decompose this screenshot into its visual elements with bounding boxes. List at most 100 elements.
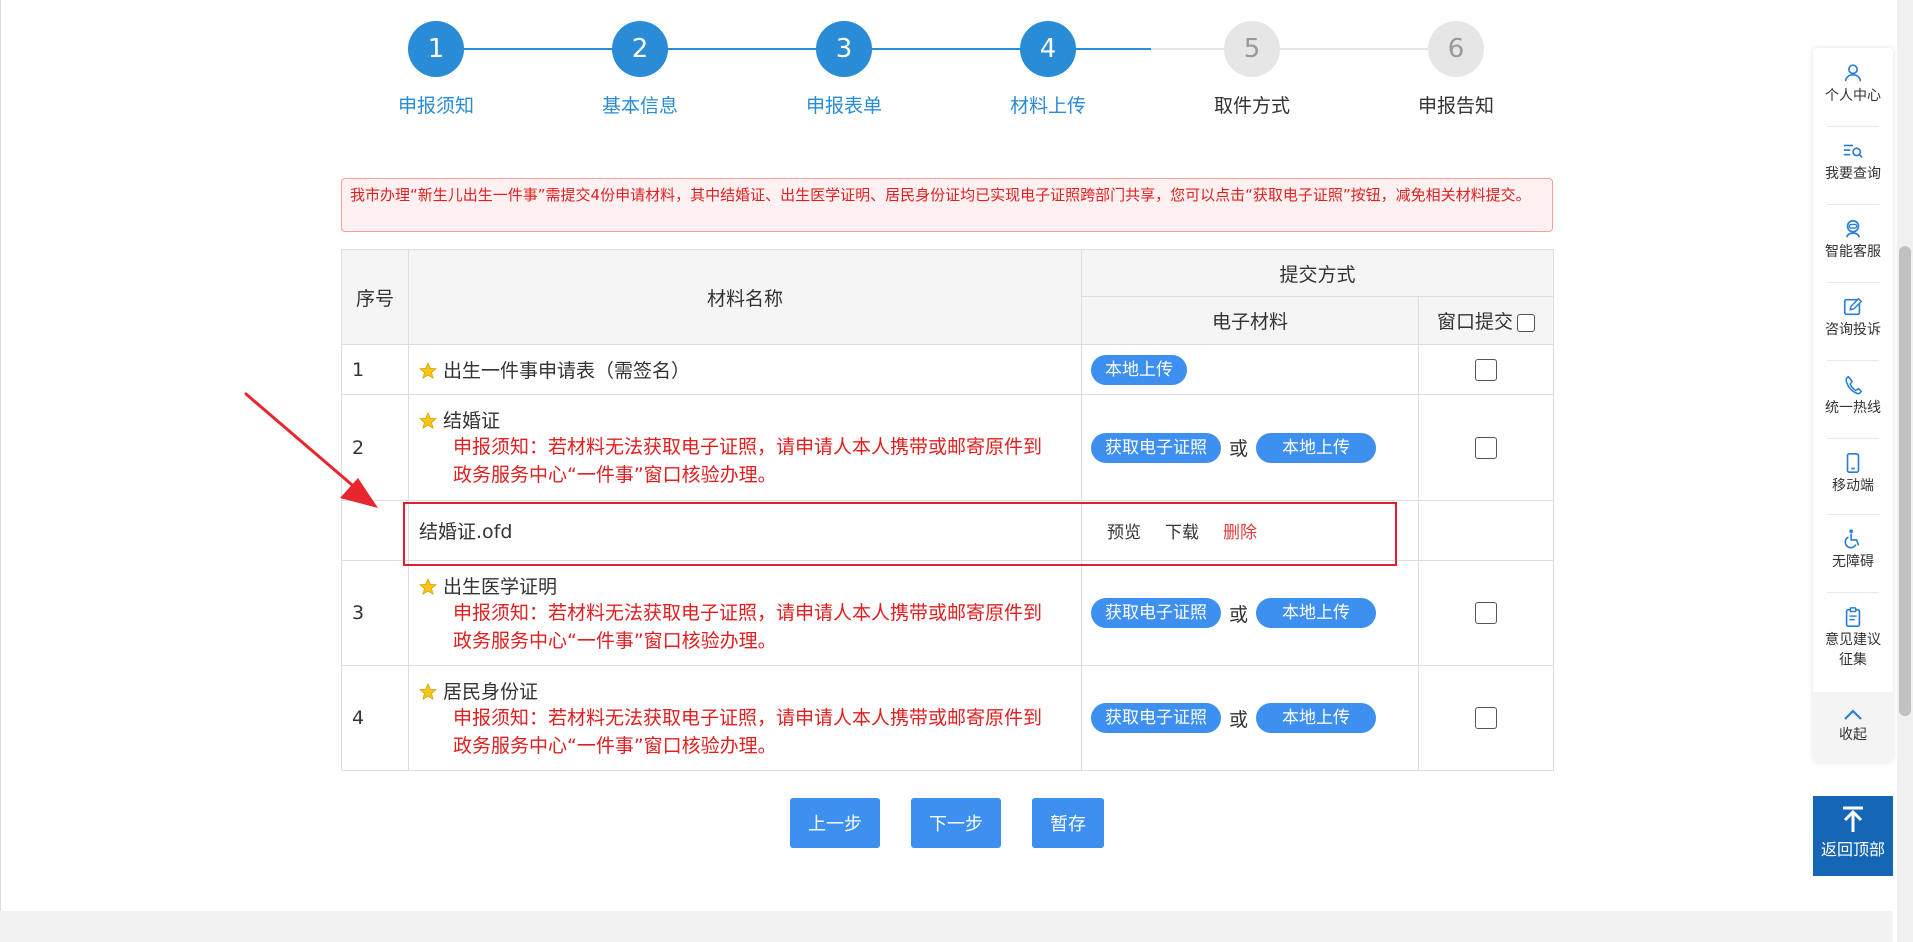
electronic-cell: 本地上传 bbox=[1081, 344, 1419, 395]
user-icon bbox=[1844, 64, 1862, 82]
prev-step-button[interactable]: 上一步 bbox=[790, 798, 880, 848]
step-2-label: 基本信息 bbox=[601, 95, 678, 117]
fetch-e-license-button[interactable]: 获取电子证照 bbox=[1091, 432, 1221, 463]
table-row: 3 出生医学证明 申报须知：若材料无法获取电子证照，请申请人本人携带或邮寄原件到… bbox=[341, 560, 1555, 666]
step-3-label: 申报表单 bbox=[805, 95, 882, 117]
edit-icon bbox=[1843, 297, 1863, 316]
sidebar-item-label: 我要查询 bbox=[1825, 166, 1881, 182]
star-icon bbox=[419, 577, 437, 595]
sidebar-item-consult[interactable]: 咨询投诉 bbox=[1813, 296, 1893, 340]
materials-table: 序号 材料名称 提交方式 电子材料 窗口提交 1 出生一件事申请表（需签名） 本… bbox=[341, 249, 1555, 771]
warning-line-1: 申报须知：若材料无法获取电子证照，请申请人本人携带或邮寄原件到 bbox=[453, 436, 1043, 458]
row-seq: 1 bbox=[341, 344, 409, 395]
header-seq: 序号 bbox=[341, 249, 409, 345]
robot-icon bbox=[1845, 219, 1861, 238]
sidebar-item-label: 智能客服 bbox=[1825, 244, 1881, 260]
header-window-label: 窗口提交 bbox=[1437, 311, 1514, 333]
warning-line-2: 政务服务中心“一件事”窗口核验办理。 bbox=[453, 464, 777, 486]
material-name: 出生医学证明 bbox=[443, 575, 558, 598]
step-4[interactable]: 4 材料上传 bbox=[948, 21, 1148, 118]
or-text: 或 bbox=[1229, 708, 1249, 731]
clipboard-icon bbox=[1845, 607, 1861, 627]
local-upload-button[interactable]: 本地上传 bbox=[1256, 432, 1377, 463]
next-step-button[interactable]: 下一步 bbox=[911, 798, 1001, 848]
step-2-circle: 2 bbox=[612, 21, 668, 77]
collapse-label: 收起 bbox=[1839, 727, 1867, 743]
sidebar-item-query[interactable]: 我要查询 bbox=[1813, 140, 1893, 184]
row-seq: 3 bbox=[341, 560, 409, 666]
file-name-cell: 结婚证.ofd bbox=[408, 500, 1082, 561]
window-submit-checkbox[interactable] bbox=[1475, 602, 1497, 625]
phone-icon bbox=[1845, 375, 1863, 395]
material-warning: 申报须知：若材料无法获取电子证照，请申请人本人携带或邮寄原件到 政务服务中心“一件… bbox=[419, 599, 1081, 655]
download-link[interactable]: 下载 bbox=[1165, 523, 1199, 543]
header-window: 窗口提交 bbox=[1417, 296, 1555, 345]
warning-line-2: 政务服务中心“一件事”窗口核验办理。 bbox=[453, 629, 777, 652]
step-5-label: 取件方式 bbox=[1213, 95, 1290, 117]
chevron-up-icon bbox=[1844, 709, 1862, 720]
sidebar-item-label: 移动端 bbox=[1832, 478, 1874, 494]
page-edge bbox=[0, 0, 1, 942]
footer-band bbox=[0, 911, 1893, 942]
arrow-up-icon bbox=[1843, 806, 1863, 832]
window-cell bbox=[1417, 560, 1555, 666]
local-upload-button[interactable]: 本地上传 bbox=[1091, 354, 1187, 385]
header-submit-method: 提交方式 bbox=[1080, 249, 1555, 297]
material-name-cell: 出生医学证明 申报须知：若材料无法获取电子证照，请申请人本人携带或邮寄原件到 政务… bbox=[408, 560, 1082, 666]
local-upload-button[interactable]: 本地上传 bbox=[1256, 703, 1377, 733]
electronic-cell: 获取电子证照或本地上传 bbox=[1081, 560, 1419, 666]
step-1-label: 申报须知 bbox=[397, 95, 474, 117]
sidebar-item-personal-center[interactable]: 个人中心 bbox=[1813, 62, 1893, 106]
file-name: 结婚证.ofd bbox=[419, 521, 513, 543]
window-cell bbox=[1417, 665, 1555, 771]
fetch-e-license-button[interactable]: 获取电子证照 bbox=[1091, 598, 1221, 628]
warning-line-1: 申报须知：若材料无法获取电子证照，请申请人本人携带或邮寄原件到 bbox=[453, 601, 1043, 624]
save-draft-button[interactable]: 暂存 bbox=[1032, 798, 1104, 848]
sidebar-divider bbox=[1827, 204, 1879, 205]
sidebar-divider bbox=[1827, 282, 1879, 283]
material-name-cell: 居民身份证 申报须知：若材料无法获取电子证照，请申请人本人携带或邮寄原件到 政务服… bbox=[408, 665, 1082, 771]
step-2[interactable]: 2 基本信息 bbox=[540, 21, 740, 118]
electronic-cell: 获取电子证照或本地上传 bbox=[1081, 394, 1419, 501]
window-submit-checkbox[interactable] bbox=[1475, 707, 1497, 730]
sidebar-item-feedback[interactable]: 意见建议征集 bbox=[1813, 606, 1893, 670]
sidebar-item-label: 无障碍 bbox=[1832, 554, 1874, 570]
window-submit-checkbox[interactable] bbox=[1475, 436, 1497, 459]
mobile-icon bbox=[1846, 453, 1860, 473]
sidebar-item-hotline[interactable]: 统一热线 bbox=[1813, 374, 1893, 418]
sidebar-collapse-button[interactable]: 收起 bbox=[1813, 692, 1893, 762]
header-name: 材料名称 bbox=[408, 249, 1082, 345]
window-submit-checkbox[interactable] bbox=[1475, 358, 1497, 381]
sidebar-divider bbox=[1827, 438, 1879, 439]
sidebar-item-accessibility[interactable]: 无障碍 bbox=[1813, 528, 1893, 572]
sidebar-item-label: 意见建议征集 bbox=[1825, 632, 1881, 668]
step-6-circle: 6 bbox=[1428, 21, 1484, 77]
scrollbar-thumb[interactable] bbox=[1899, 246, 1911, 716]
sidebar-item-smart-service[interactable]: 智能客服 bbox=[1813, 218, 1893, 262]
step-1[interactable]: 1 申报须知 bbox=[336, 21, 536, 118]
window-cell bbox=[1417, 394, 1555, 501]
accessibility-icon bbox=[1844, 529, 1860, 549]
sidebar-item-mobile[interactable]: 移动端 bbox=[1813, 452, 1893, 496]
delete-link[interactable]: 删除 bbox=[1223, 523, 1257, 543]
star-icon bbox=[419, 412, 437, 429]
file-window-cell bbox=[1417, 500, 1555, 561]
or-text: 或 bbox=[1229, 438, 1249, 460]
back-to-top-button[interactable]: 返回顶部 bbox=[1813, 796, 1893, 876]
select-all-checkbox[interactable] bbox=[1517, 313, 1536, 332]
sidebar-item-label: 咨询投诉 bbox=[1825, 322, 1881, 338]
preview-link[interactable]: 预览 bbox=[1107, 523, 1141, 543]
local-upload-button[interactable]: 本地上传 bbox=[1256, 598, 1377, 628]
header-electronic: 电子材料 bbox=[1081, 296, 1419, 345]
material-name-cell: 结婚证 申报须知：若材料无法获取电子证照，请申请人本人携带或邮寄原件到 政务服务中… bbox=[408, 394, 1082, 501]
annotation-arrow-icon bbox=[244, 392, 378, 508]
table-row: 4 居民身份证 申报须知：若材料无法获取电子证照，请申请人本人携带或邮寄原件到政… bbox=[341, 665, 1555, 771]
sidebar-item-label: 个人中心 bbox=[1825, 88, 1881, 104]
step-3[interactable]: 3 申报表单 bbox=[744, 21, 944, 118]
warning-line-2: 政务服务中心“一件事”窗口核验办理。 bbox=[453, 734, 777, 757]
sidebar-divider bbox=[1827, 360, 1879, 361]
step-4-label: 材料上传 bbox=[1009, 95, 1086, 117]
warning-line-1: 申报须知：若材料无法获取电子证照，请申请人本人携带或邮寄原件到 bbox=[453, 706, 1043, 729]
fetch-e-license-button[interactable]: 获取电子证照 bbox=[1091, 703, 1221, 733]
sidebar-divider bbox=[1827, 514, 1879, 515]
